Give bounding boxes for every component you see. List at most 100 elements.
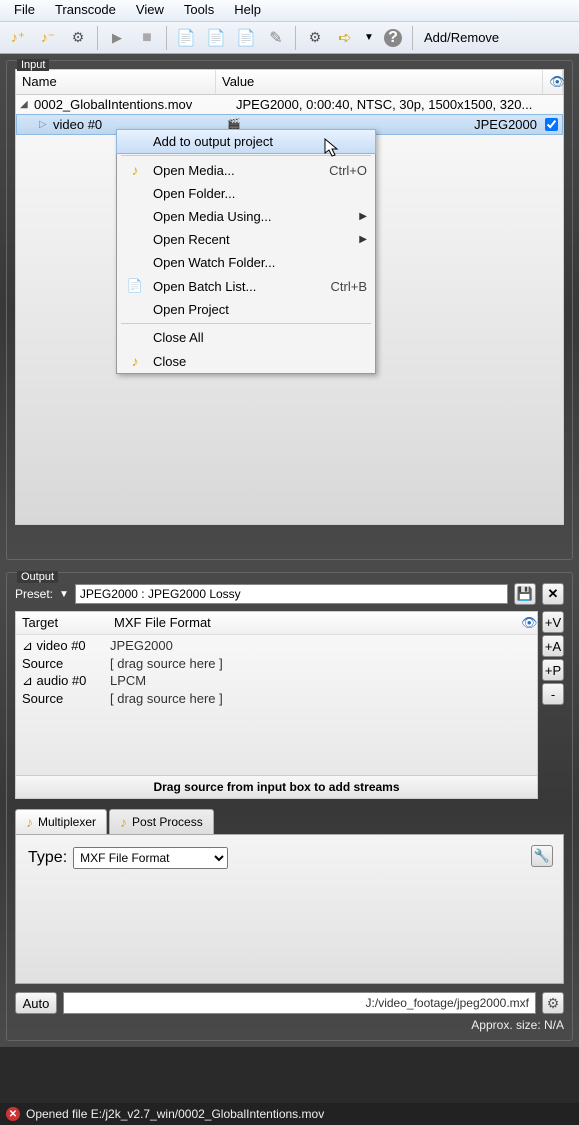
document-icon: 📄	[125, 278, 145, 294]
separator	[97, 26, 98, 50]
add-p-button[interactable]: +P	[542, 659, 564, 681]
music-note-icon: ♪⁺	[11, 29, 25, 46]
menu-tools[interactable]: Tools	[174, 0, 224, 21]
drag-hint: Drag source from input box to add stream…	[15, 776, 538, 799]
ctx-open-folder[interactable]: Open Folder...	[117, 182, 375, 205]
output-tabs: ♪Multiplexer ♪Post Process	[15, 809, 564, 834]
input-tree[interactable]: ◢ 0002_GlobalIntentions.mov JPEG2000, 0:…	[15, 95, 564, 525]
remove-media-button[interactable]: ♪⁻	[34, 24, 62, 52]
remove-stream-button[interactable]: -	[542, 683, 564, 705]
context-menu: Add to output project ♪ Open Media... Ct…	[116, 129, 376, 374]
caret-down-icon: ▼	[364, 32, 374, 43]
visibility-icon[interactable]: 👁	[543, 70, 563, 94]
menu-view[interactable]: View	[126, 0, 174, 21]
type-select[interactable]: MXF File Format	[73, 847, 228, 869]
edit-button[interactable]: ✎	[262, 24, 290, 52]
save-preset-icon: 💾	[517, 586, 533, 602]
preset-select[interactable]: JPEG2000 : JPEG2000 Lossy	[75, 584, 508, 604]
path-settings-button[interactable]: ⚙	[542, 992, 564, 1014]
ctx-open-watch-folder[interactable]: Open Watch Folder...	[117, 251, 375, 274]
export-arrow-icon: ➪	[338, 28, 351, 48]
play-button[interactable]: ▶	[103, 24, 131, 52]
export-button[interactable]: ➪	[331, 24, 359, 52]
output-audio-source-row[interactable]: Source[ drag source here ]	[16, 690, 537, 707]
wrench-icon: 🔧	[534, 848, 550, 864]
status-text: Opened file E:/j2k_v2.7_win/0002_GlobalI…	[26, 1107, 324, 1121]
preset-dropdown-arrow[interactable]: ▼	[59, 589, 69, 600]
doc-clock-button[interactable]: 📄	[202, 24, 230, 52]
music-note-icon: ♪	[120, 814, 127, 830]
approx-size: Approx. size: N/A	[15, 1018, 564, 1032]
output-tree-header: Target MXF File Format 👁	[16, 612, 537, 635]
output-audio-row[interactable]: ⊿ audio #0LPCM	[16, 672, 537, 690]
ctx-open-media[interactable]: ♪ Open Media... Ctrl+O	[117, 158, 375, 182]
ctx-open-media-using[interactable]: Open Media Using... ▶	[117, 205, 375, 228]
doc3-button[interactable]: 📄	[232, 24, 260, 52]
stop-icon: ■	[142, 29, 152, 47]
output-video-row[interactable]: ⊿ video #0JPEG2000	[16, 637, 537, 655]
add-video-button[interactable]: +V	[542, 611, 564, 633]
video-checkbox[interactable]	[545, 118, 558, 131]
play-icon: ▶	[112, 30, 122, 46]
statusbar: ✕ Opened file E:/j2k_v2.7_win/0002_Globa…	[0, 1103, 579, 1125]
document-icon: 📄	[176, 28, 196, 48]
gear-icon: ⚙	[309, 29, 322, 46]
toolbar: ♪⁺ ♪⁻ ⚙ ▶ ■ 📄 📄 📄 ✎ ⚙ ➪ ▼ ? Add/Remove	[0, 22, 579, 54]
col-name[interactable]: Name	[16, 70, 216, 94]
ctx-open-recent[interactable]: Open Recent ▶	[117, 228, 375, 251]
preset-save-button[interactable]: 💾	[514, 583, 536, 605]
add-audio-button[interactable]: +A	[542, 635, 564, 657]
separator	[166, 26, 167, 50]
menu-help[interactable]: Help	[224, 0, 271, 21]
menu-transcode[interactable]: Transcode	[45, 0, 126, 21]
multiplexer-panel: Type: MXF File Format 🔧	[15, 834, 564, 984]
separator	[412, 26, 413, 50]
stop-button[interactable]: ■	[133, 24, 161, 52]
ctx-open-batch-list[interactable]: 📄 Open Batch List... Ctrl+B	[117, 274, 375, 298]
output-section-label: Output	[17, 571, 58, 583]
output-tree[interactable]: Target MXF File Format 👁 ⊿ video #0JPEG2…	[15, 611, 538, 776]
input-tree-header: Name Value 👁	[15, 69, 564, 95]
file-value: JPEG2000, 0:00:40, NTSC, 30p, 1500x1500,…	[236, 97, 559, 112]
help-icon: ?	[384, 29, 402, 47]
status-error-icon[interactable]: ✕	[6, 1107, 20, 1121]
document-icon: 📄	[236, 28, 256, 48]
gear-icon: ⚙	[72, 29, 85, 46]
gear-icon: ⚙	[547, 995, 560, 1012]
expander-icon[interactable]: ◢	[20, 99, 30, 110]
output-path[interactable]: J:/video_footage/jpeg2000.mxf	[63, 992, 536, 1014]
expander-icon[interactable]: ▷	[39, 119, 49, 130]
settings-button[interactable]: ⚙	[64, 24, 92, 52]
ctx-open-project[interactable]: Open Project	[117, 298, 375, 321]
menubar: File Transcode View Tools Help	[0, 0, 579, 22]
add-remove-label[interactable]: Add/Remove	[418, 30, 505, 45]
ctx-close[interactable]: ♪ Close	[117, 349, 375, 373]
doc1-button[interactable]: 📄	[172, 24, 200, 52]
pencil-icon: ✎	[269, 28, 282, 48]
tab-post-process[interactable]: ♪Post Process	[109, 809, 214, 834]
music-note-icon: ♪	[26, 814, 33, 830]
file-row[interactable]: ◢ 0002_GlobalIntentions.mov JPEG2000, 0:…	[16, 95, 563, 114]
output-video-source-row[interactable]: Source[ drag source here ]	[16, 655, 537, 672]
tab-multiplexer[interactable]: ♪Multiplexer	[15, 809, 107, 834]
submenu-arrow-icon: ▶	[359, 234, 367, 245]
ctx-add-to-output[interactable]: Add to output project	[116, 129, 376, 154]
ctx-close-all[interactable]: Close All	[117, 326, 375, 349]
auto-button[interactable]: Auto	[15, 992, 57, 1014]
open-media-button[interactable]: ♪⁺	[4, 24, 32, 52]
input-section-label: Input	[17, 59, 49, 71]
visibility-icon[interactable]: 👁	[515, 612, 537, 634]
help-button[interactable]: ?	[379, 24, 407, 52]
music-note-minus-icon: ♪⁻	[41, 29, 55, 46]
configure-button[interactable]: 🔧	[531, 845, 553, 867]
dropdown-button[interactable]: ▼	[361, 24, 377, 52]
gear2-button[interactable]: ⚙	[301, 24, 329, 52]
file-name: 0002_GlobalIntentions.mov	[34, 97, 232, 112]
menu-file[interactable]: File	[4, 0, 45, 21]
preset-delete-button[interactable]: ✕	[542, 583, 564, 605]
music-note-icon: ♪	[125, 353, 145, 369]
music-note-icon: ♪	[125, 162, 145, 178]
col-value[interactable]: Value	[216, 70, 543, 94]
col-target[interactable]: Target	[16, 612, 108, 634]
submenu-arrow-icon: ▶	[359, 211, 367, 222]
